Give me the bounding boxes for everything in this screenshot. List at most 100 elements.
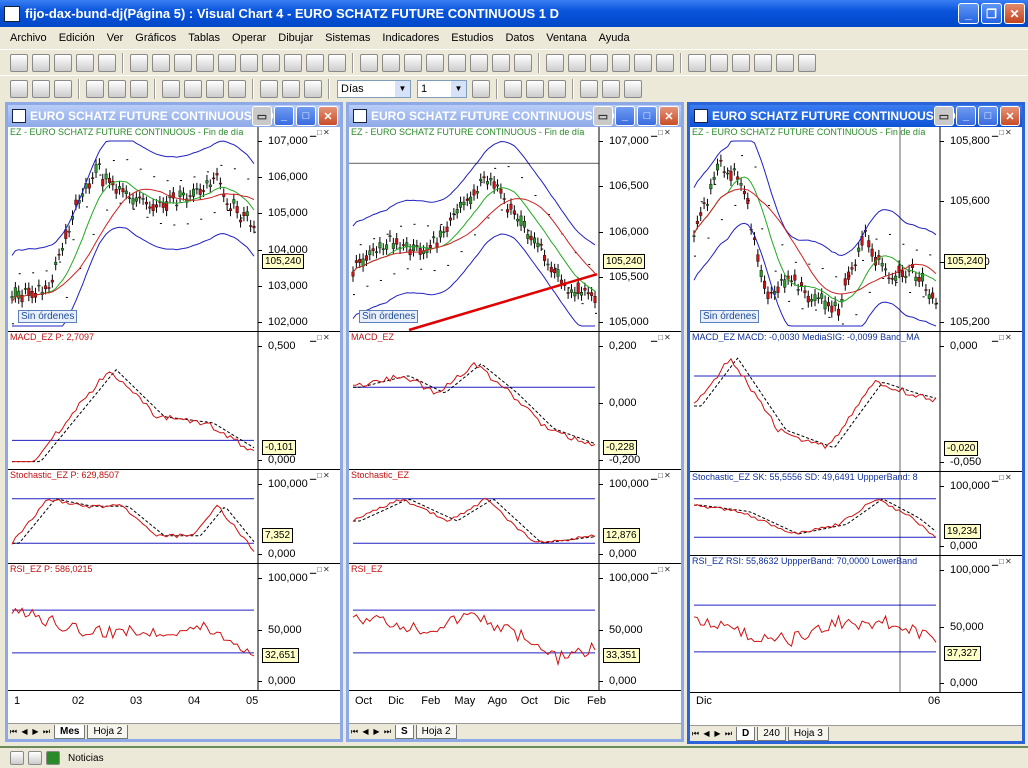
window-close-button[interactable]: ✕ bbox=[1000, 106, 1020, 126]
pane-controls[interactable]: ▁□✕ bbox=[651, 128, 672, 137]
tab-nav-icon-1[interactable]: ◀ bbox=[19, 726, 30, 738]
object-tool-icon-2[interactable] bbox=[304, 79, 322, 98]
price-pane[interactable]: 105,800105,600105,400105,200105,240EZ - … bbox=[690, 127, 1022, 332]
cursor-tool-icon-1[interactable] bbox=[602, 79, 620, 98]
close-button[interactable]: ✕ bbox=[1004, 3, 1025, 24]
menu-item-5[interactable]: Operar bbox=[226, 32, 272, 44]
draw-tool-icon-21[interactable] bbox=[492, 53, 510, 72]
window-maximize-button[interactable]: □ bbox=[978, 106, 998, 126]
rsi-pane[interactable]: 100,000 50,000 0,000 33,351 RSI_EZ ▁□✕ bbox=[349, 564, 681, 691]
draw-tool-icon-1[interactable] bbox=[32, 53, 50, 72]
draw-tool-icon-11[interactable] bbox=[262, 53, 280, 72]
draw-tool-icon-12[interactable] bbox=[284, 53, 302, 72]
macd-pane[interactable]: 0,200 0,000 -0,200 -0,228 MACD_EZ ▁□✕ bbox=[349, 332, 681, 470]
sheet-tab[interactable]: Hoja 3 bbox=[787, 726, 829, 741]
draw-tool-icon-17[interactable] bbox=[404, 53, 422, 72]
window-minimize-button[interactable]: _ bbox=[274, 106, 294, 126]
draw-tool-icon-22[interactable] bbox=[514, 53, 532, 72]
draw-tool-icon-33[interactable] bbox=[776, 53, 794, 72]
rsi-pane[interactable]: 100,000 50,000 0,000 37,327 RSI_EZ RSI: 55,8… bbox=[690, 556, 1022, 693]
sheet-tab[interactable]: Hoja 2 bbox=[87, 724, 129, 739]
hand-icon[interactable] bbox=[28, 751, 42, 765]
file-tool-icon-1[interactable] bbox=[32, 79, 50, 98]
zoom-tool-icon-1[interactable] bbox=[526, 79, 544, 98]
period-select[interactable]: Días ▼ bbox=[337, 79, 411, 98]
tab-nav-icon-2[interactable]: ▶ bbox=[30, 726, 41, 738]
orders-status-badge[interactable]: Sin órdenes bbox=[359, 310, 419, 323]
cursor-tool-icon-2[interactable] bbox=[624, 79, 642, 98]
tab-nav-icon-0[interactable]: ⏮ bbox=[349, 726, 360, 738]
draw-tool-icon-16[interactable] bbox=[382, 53, 400, 72]
object-tool-icon-0[interactable] bbox=[260, 79, 278, 98]
pane-controls[interactable]: ▁□✕ bbox=[992, 128, 1013, 137]
window-minimize-button[interactable]: _ bbox=[956, 106, 976, 126]
menu-item-3[interactable]: Gráficos bbox=[129, 32, 182, 44]
sheet-tab[interactable]: D bbox=[736, 726, 756, 741]
file-tool-icon-2[interactable] bbox=[54, 79, 72, 98]
window-maximize-button[interactable]: □ bbox=[296, 106, 316, 126]
draw-tool-icon-31[interactable] bbox=[732, 53, 750, 72]
macd-pane[interactable]: 0,000 -0,050 -0,020 MACD_EZ MACD: -0,0030 M… bbox=[690, 332, 1022, 472]
menu-item-10[interactable]: Datos bbox=[499, 32, 540, 44]
draw-tool-icon-23[interactable] bbox=[546, 53, 564, 72]
stoch-pane[interactable]: 100,000 0,000 7,352 Stochastic_EZ P: 629,85… bbox=[8, 470, 340, 564]
tab-nav-icon-3[interactable]: ⏭ bbox=[723, 728, 734, 740]
window-close-button[interactable]: ✕ bbox=[318, 106, 338, 126]
tab-nav-icon-1[interactable]: ◀ bbox=[701, 728, 712, 740]
tab-nav-icon-3[interactable]: ⏭ bbox=[41, 726, 52, 738]
tab-nav-icon-3[interactable]: ⏭ bbox=[382, 726, 393, 738]
view-tool-icon-2[interactable] bbox=[206, 79, 224, 98]
menu-item-6[interactable]: Dibujar bbox=[272, 32, 319, 44]
orders-status-badge[interactable]: Sin órdenes bbox=[700, 310, 760, 323]
menu-item-11[interactable]: Ventana bbox=[540, 32, 592, 44]
macd-pane[interactable]: 0,500 0,000 -0,101 MACD_EZ P: 2,7097 ▁□✕ bbox=[8, 332, 340, 470]
tab-nav-icon-0[interactable]: ⏮ bbox=[8, 726, 19, 738]
draw-tool-icon-28[interactable] bbox=[656, 53, 674, 72]
draw-tool-icon-34[interactable] bbox=[798, 53, 816, 72]
rsi-pane[interactable]: 100,000 50,000 0,000 32,651 RSI_EZ P: 586,02… bbox=[8, 564, 340, 691]
menu-item-4[interactable]: Tablas bbox=[182, 32, 226, 44]
status-news-label[interactable]: Noticias bbox=[68, 753, 104, 764]
file-tool-icon-0[interactable] bbox=[10, 79, 28, 98]
sheet-tab[interactable]: S bbox=[395, 724, 414, 739]
chart-window-1[interactable]: EURO SCHATZ FUTURE CONTINUOUS 1 D ▭ _ □ ✕ 107… bbox=[346, 102, 684, 742]
pane-controls[interactable]: ▁□✕ bbox=[310, 128, 331, 137]
pane-controls[interactable]: ▁□✕ bbox=[310, 471, 331, 480]
tab-nav-icon-2[interactable]: ▶ bbox=[371, 726, 382, 738]
tab-nav-icon-2[interactable]: ▶ bbox=[712, 728, 723, 740]
zoom-tool-icon-0[interactable] bbox=[504, 79, 522, 98]
chart-window-titlebar[interactable]: EURO SCHATZ FUTURE CONTINUOUS 1 D ▭ _ □ ✕ bbox=[8, 105, 340, 127]
draw-tool-icon-19[interactable] bbox=[448, 53, 466, 72]
draw-tool-icon-32[interactable] bbox=[754, 53, 772, 72]
orders-status-badge[interactable]: Sin órdenes bbox=[18, 310, 78, 323]
window-minimize-button[interactable]: _ bbox=[615, 106, 635, 126]
price-pane[interactable]: 107,000 106,000 105,000 104,000 103,000 102,0… bbox=[8, 127, 340, 332]
draw-tool-icon-20[interactable] bbox=[470, 53, 488, 72]
stoch-pane[interactable]: 100,000 0,000 19,234 Stochastic_EZ SK: 55,5… bbox=[690, 472, 1022, 556]
draw-tool-icon-6[interactable] bbox=[152, 53, 170, 72]
menu-item-9[interactable]: Estudios bbox=[445, 32, 499, 44]
menu-item-12[interactable]: Ayuda bbox=[593, 32, 636, 44]
chart-style-icon-0[interactable] bbox=[472, 79, 490, 98]
draw-tool-icon-7[interactable] bbox=[174, 53, 192, 72]
draw-tool-icon-10[interactable] bbox=[240, 53, 258, 72]
draw-tool-icon-4[interactable] bbox=[98, 53, 116, 72]
chart-window-2[interactable]: EURO SCHATZ FUTURE CONTINUOUS 1 D ▭ _ □ ✕ 105… bbox=[687, 102, 1025, 744]
chart-tool-icon-0[interactable] bbox=[86, 79, 104, 98]
sheet-tab[interactable]: Mes bbox=[54, 724, 86, 739]
pane-controls[interactable]: ▁□✕ bbox=[992, 557, 1013, 566]
pane-controls[interactable]: ▁□✕ bbox=[992, 333, 1013, 342]
draw-tool-icon-0[interactable] bbox=[10, 53, 28, 72]
zoom-tool-icon-2[interactable] bbox=[548, 79, 566, 98]
menu-item-1[interactable]: Edición bbox=[53, 32, 101, 44]
price-pane[interactable]: 107,000 106,500 106,000 105,500 105,000 105,2… bbox=[349, 127, 681, 332]
cursor-tool-icon-0[interactable] bbox=[580, 79, 598, 98]
compression-select[interactable]: 1 ▼ bbox=[417, 79, 467, 98]
minimize-button[interactable]: _ bbox=[958, 3, 979, 24]
chart-tool-icon-1[interactable] bbox=[108, 79, 126, 98]
sheet-tab[interactable]: Hoja 2 bbox=[415, 724, 457, 739]
menu-item-0[interactable]: Archivo bbox=[4, 32, 53, 44]
pane-controls[interactable]: ▁□✕ bbox=[992, 473, 1013, 482]
draw-tool-icon-5[interactable] bbox=[130, 53, 148, 72]
window-close-button[interactable]: ✕ bbox=[659, 106, 679, 126]
